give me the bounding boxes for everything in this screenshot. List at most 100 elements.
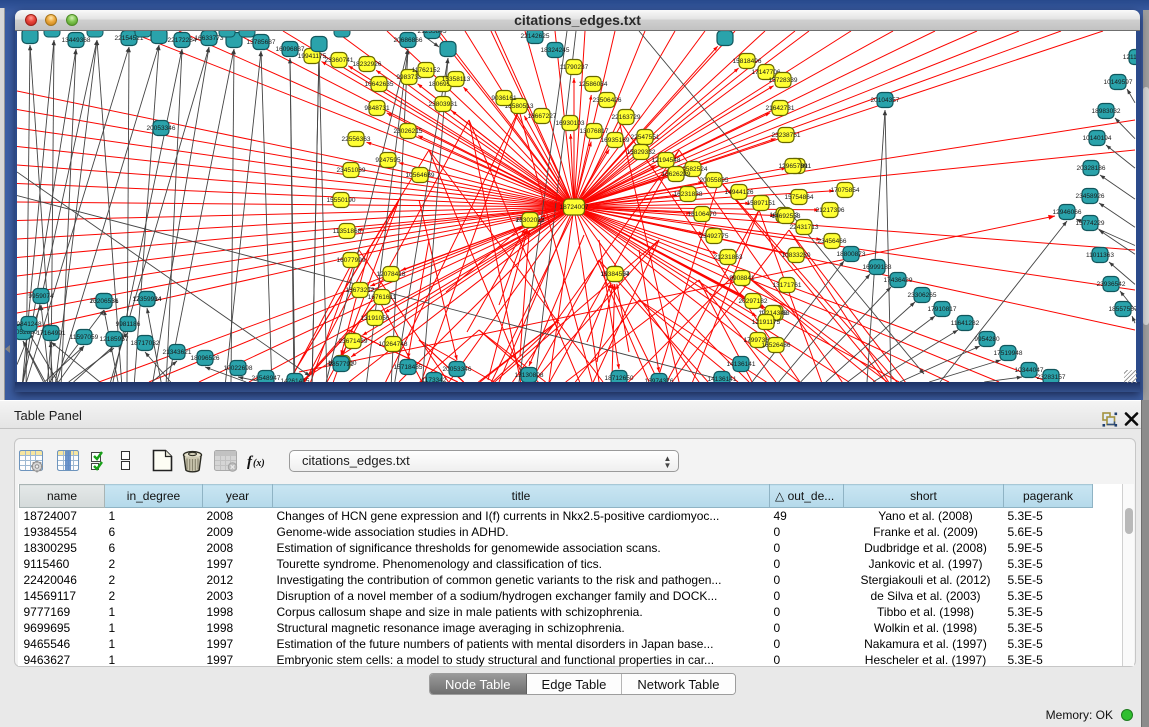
- svg-text:10833230: 10833230: [782, 252, 811, 259]
- svg-text:18800873: 18800873: [837, 251, 866, 258]
- svg-text:14692553: 14692553: [772, 213, 801, 220]
- svg-text:22431713: 22431713: [790, 224, 819, 231]
- svg-text:11641282: 11641282: [951, 320, 980, 327]
- svg-text:16106470: 16106470: [688, 211, 717, 218]
- svg-text:18724007: 18724007: [560, 204, 589, 211]
- svg-text:14136141: 14136141: [727, 361, 756, 368]
- svg-text:12078418: 12078418: [377, 271, 406, 278]
- svg-text:9981186: 9981186: [116, 321, 141, 328]
- svg-text:16633773: 16633773: [195, 35, 224, 42]
- svg-text:(x): (x): [253, 458, 265, 469]
- svg-text:13673212: 13673212: [346, 287, 375, 294]
- svg-text:17436429: 17436429: [884, 277, 913, 284]
- svg-text:11351868: 11351868: [333, 228, 362, 235]
- svg-text:10264748: 10264748: [379, 341, 408, 348]
- svg-text:13785687: 13785687: [247, 39, 276, 46]
- svg-text:18667227: 18667227: [528, 113, 557, 120]
- svg-text:18712650: 18712650: [605, 375, 634, 382]
- svg-text:17359934: 17359934: [133, 296, 162, 303]
- svg-text:13130808: 13130808: [515, 372, 544, 379]
- svg-text:23936542: 23936542: [1097, 281, 1126, 288]
- svg-text:22163729: 22163729: [612, 114, 641, 121]
- svg-text:22556363: 22556363: [342, 136, 371, 143]
- svg-text:15358113: 15358113: [442, 76, 471, 83]
- svg-text:23671439: 23671439: [339, 338, 368, 345]
- svg-text:12117625: 12117625: [1123, 54, 1136, 61]
- svg-text:23302023: 23302023: [516, 217, 545, 224]
- svg-text:9908841: 9908841: [729, 275, 755, 282]
- svg-text:12946066: 12946066: [1053, 209, 1082, 216]
- svg-text:17164991: 17164991: [37, 330, 66, 337]
- svg-text:18983032: 18983032: [1092, 108, 1121, 115]
- svg-text:23283157: 23283157: [1037, 374, 1066, 381]
- svg-text:21548947: 21548947: [252, 375, 281, 382]
- svg-text:16096887: 16096887: [276, 46, 305, 53]
- svg-text:11762152: 11762152: [412, 67, 441, 74]
- svg-text:20686866: 20686866: [394, 37, 423, 44]
- svg-text:20297182: 20297182: [739, 298, 768, 305]
- svg-text:21231863: 21231863: [714, 254, 743, 261]
- svg-text:16935169: 16935169: [601, 137, 630, 144]
- svg-text:20055895: 20055895: [700, 177, 729, 184]
- svg-text:16761611: 16761611: [368, 294, 397, 301]
- svg-text:15754864: 15754864: [785, 194, 814, 201]
- svg-text:20104357: 20104357: [871, 97, 900, 104]
- svg-text:9848731: 9848731: [364, 105, 390, 112]
- svg-text:16999183: 16999183: [863, 264, 892, 271]
- svg-text:23451039: 23451039: [337, 167, 366, 174]
- svg-text:12965789: 12965789: [779, 163, 808, 170]
- svg-text:9959074: 9959074: [28, 293, 54, 300]
- svg-text:18557567: 18557567: [1109, 306, 1136, 313]
- svg-text:9036161: 9036161: [491, 95, 517, 102]
- svg-text:11011363: 11011363: [1086, 252, 1114, 259]
- svg-text:10642635: 10642635: [365, 81, 394, 88]
- svg-text:19384554: 19384554: [601, 271, 630, 278]
- svg-text:15728339: 15728339: [769, 77, 798, 84]
- svg-text:16077999: 16077999: [337, 257, 366, 264]
- svg-text:9857791: 9857791: [328, 361, 354, 368]
- svg-text:11790237: 11790237: [560, 64, 589, 71]
- svg-text:15829332: 15829332: [627, 149, 656, 156]
- svg-text:10140194: 10140194: [1083, 135, 1112, 142]
- svg-text:23456466: 23456466: [818, 238, 847, 245]
- svg-text:21217396: 21217396: [816, 207, 845, 214]
- svg-text:22142625: 22142625: [521, 33, 550, 40]
- svg-text:15550190: 15550190: [327, 197, 356, 204]
- svg-text:16526486: 16526486: [762, 342, 791, 349]
- svg-text:13171761: 13171761: [773, 282, 802, 289]
- svg-text:21642731: 21642731: [766, 105, 795, 112]
- svg-text:23306265: 23306265: [908, 292, 937, 299]
- svg-text:20053346: 20053346: [443, 366, 472, 373]
- svg-text:10344047: 10344047: [1015, 367, 1044, 374]
- svg-text:13449368: 13449368: [62, 37, 91, 44]
- svg-text:12185957: 12185957: [100, 336, 129, 343]
- svg-text:17910817: 17910817: [928, 306, 957, 313]
- svg-text:23360741: 23360741: [325, 57, 354, 64]
- svg-text:17075854: 17075854: [831, 187, 860, 194]
- svg-text:18096526: 18096526: [191, 355, 220, 362]
- svg-text:10626229: 10626229: [662, 171, 691, 178]
- svg-text:18232926: 18232926: [353, 61, 382, 68]
- svg-text:9247595: 9247595: [375, 157, 401, 164]
- svg-text:20328186: 20328186: [1077, 165, 1106, 172]
- svg-text:23492775: 23492775: [700, 233, 729, 240]
- svg-text:12191175: 12191175: [752, 319, 781, 326]
- svg-text:20206536: 20206536: [90, 298, 119, 305]
- svg-text:10022698: 10022698: [224, 365, 253, 372]
- svg-text:10564689: 10564689: [406, 172, 435, 179]
- svg-text:16231838: 16231838: [674, 191, 703, 198]
- svg-text:23506426: 23506426: [593, 97, 622, 104]
- svg-text:9954280: 9954280: [974, 336, 1000, 343]
- svg-text:20053346: 20053346: [147, 125, 176, 132]
- svg-text:12586084: 12586084: [579, 81, 608, 88]
- svg-text:13076817: 13076817: [580, 128, 609, 135]
- svg-text:13191056: 13191056: [361, 315, 390, 322]
- svg-text:11597059: 11597059: [70, 334, 99, 341]
- svg-text:9841248: 9841248: [17, 321, 42, 328]
- svg-text:18324245: 18324245: [541, 47, 570, 54]
- svg-text:12194548: 12194548: [652, 157, 681, 164]
- svg-text:17519948: 17519948: [994, 350, 1023, 357]
- svg-text:15897151: 15897151: [747, 200, 776, 207]
- svg-text:23458926: 23458926: [1076, 193, 1105, 200]
- svg-text:21343621: 21343621: [163, 349, 192, 356]
